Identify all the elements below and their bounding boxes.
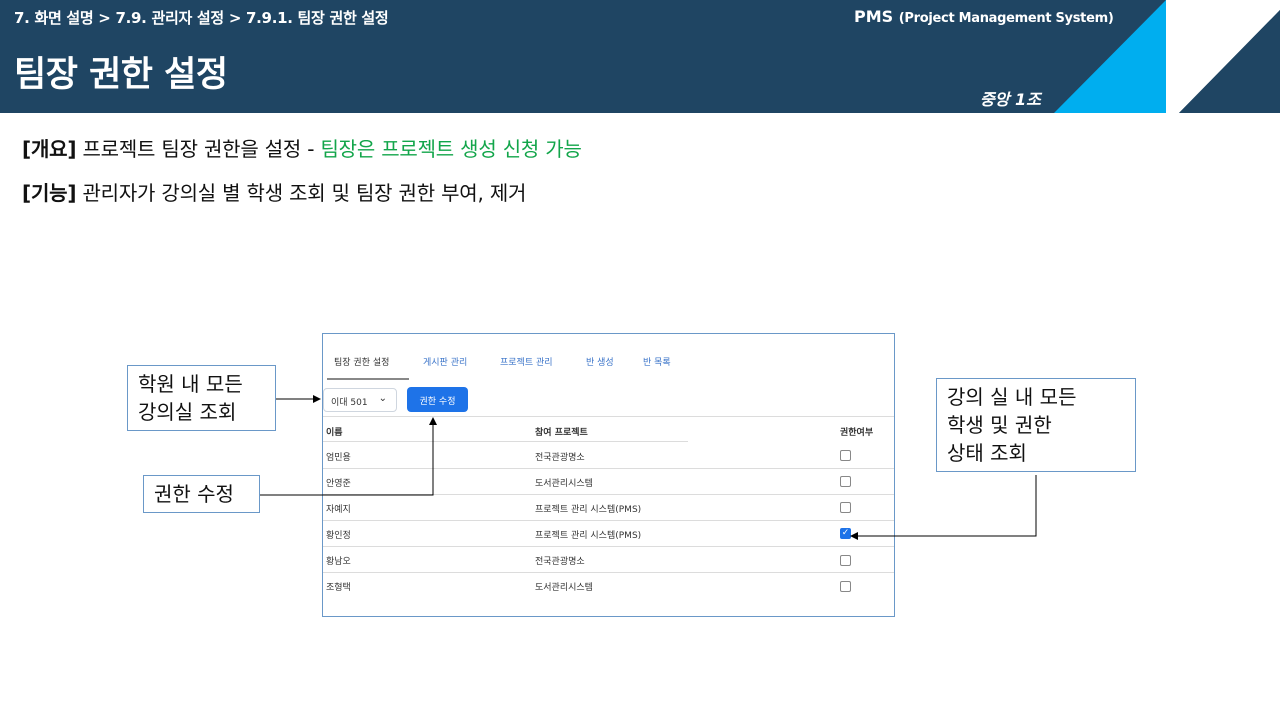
connector-arrows xyxy=(260,395,1037,540)
arrow-to-checkbox xyxy=(850,475,1037,540)
arrow-to-edit-button xyxy=(260,417,437,496)
